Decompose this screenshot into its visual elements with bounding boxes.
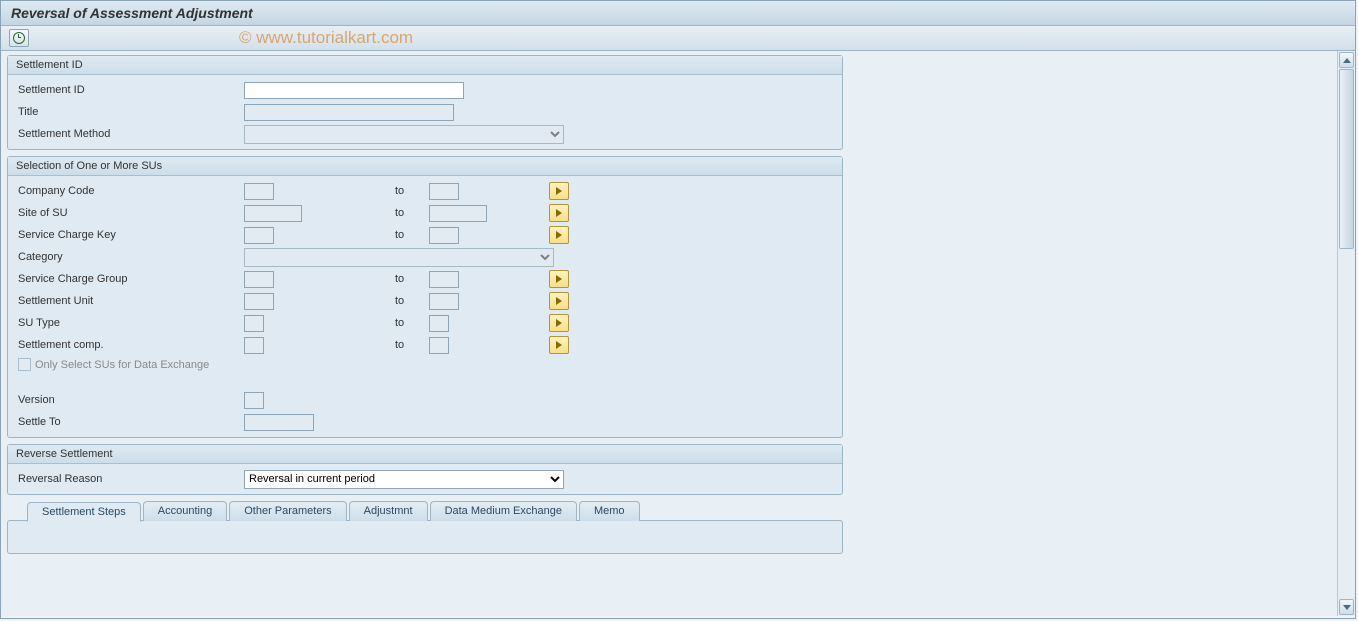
scgroup-to[interactable] (429, 271, 459, 288)
settlement-method-label: Settlement Method (14, 128, 244, 140)
version-label: Version (14, 394, 244, 406)
scomp-to[interactable] (429, 337, 449, 354)
sckey-from[interactable] (244, 227, 274, 244)
title-label: Title (14, 106, 244, 118)
to-label: to (389, 317, 429, 329)
reversal-reason-select[interactable]: Reversal in current period (244, 470, 564, 489)
multi-select-button[interactable] (549, 182, 569, 200)
arrow-right-icon (556, 341, 562, 349)
tab-content (7, 520, 843, 554)
to-label: to (389, 207, 429, 219)
group-reverse-settlement: Reverse Settlement Reversal Reason Rever… (7, 444, 843, 495)
settlement-method-select (244, 125, 564, 144)
to-label: to (389, 185, 429, 197)
triangle-down-icon (1343, 605, 1351, 610)
triangle-up-icon (1343, 58, 1351, 63)
scgroup-from[interactable] (244, 271, 274, 288)
company-code-to[interactable] (429, 183, 459, 200)
title-input (244, 104, 454, 121)
tab-data-medium-exchange[interactable]: Data Medium Exchange (430, 501, 577, 521)
arrow-right-icon (556, 209, 562, 217)
multi-select-button[interactable] (549, 314, 569, 332)
group-header: Reverse Settlement (8, 445, 842, 464)
arrow-right-icon (556, 297, 562, 305)
sckey-label: Service Charge Key (14, 229, 244, 241)
sunit-from[interactable] (244, 293, 274, 310)
tab-row: Settlement Steps Accounting Other Parame… (7, 501, 843, 521)
group-settlement-id: Settlement ID Settlement ID Title Settle… (7, 55, 843, 150)
category-label: Category (14, 251, 244, 263)
only-exchange-label: Only Select SUs for Data Exchange (35, 359, 209, 371)
sunit-to[interactable] (429, 293, 459, 310)
multi-select-button[interactable] (549, 336, 569, 354)
company-code-label: Company Code (14, 185, 244, 197)
watermark-text: © www.tutorialkart.com (239, 28, 413, 48)
to-label: to (389, 273, 429, 285)
arrow-right-icon (556, 275, 562, 283)
page-title: Reversal of Assessment Adjustment (1, 1, 1355, 26)
toolbar: © www.tutorialkart.com (1, 26, 1355, 51)
arrow-right-icon (556, 231, 562, 239)
version-input[interactable] (244, 392, 264, 409)
tab-adjustmnt[interactable]: Adjustmnt (349, 501, 428, 521)
sckey-to[interactable] (429, 227, 459, 244)
settle-to-label: Settle To (14, 416, 244, 428)
multi-select-button[interactable] (549, 292, 569, 310)
sutype-to[interactable] (429, 315, 449, 332)
execute-button[interactable] (9, 29, 29, 47)
group-header: Settlement ID (8, 56, 842, 75)
to-label: to (389, 339, 429, 351)
group-selection-sus: Selection of One or More SUs Company Cod… (7, 156, 843, 438)
settlement-id-label: Settlement ID (14, 84, 244, 96)
execute-icon (13, 32, 25, 44)
multi-select-button[interactable] (549, 204, 569, 222)
tab-other-parameters[interactable]: Other Parameters (229, 501, 346, 521)
scroll-thumb[interactable] (1339, 69, 1354, 249)
tabstrip: Settlement Steps Accounting Other Parame… (7, 501, 843, 554)
category-select[interactable] (244, 248, 554, 267)
vertical-scrollbar[interactable] (1337, 51, 1355, 616)
only-exchange-checkbox (18, 358, 31, 371)
main-content: Settlement ID Settlement ID Title Settle… (1, 51, 1337, 616)
to-label: to (389, 295, 429, 307)
company-code-from[interactable] (244, 183, 274, 200)
sunit-label: Settlement Unit (14, 295, 244, 307)
scomp-from[interactable] (244, 337, 264, 354)
group-header: Selection of One or More SUs (8, 157, 842, 176)
site-to[interactable] (429, 205, 487, 222)
multi-select-button[interactable] (549, 226, 569, 244)
multi-select-button[interactable] (549, 270, 569, 288)
site-label: Site of SU (14, 207, 244, 219)
reversal-reason-label: Reversal Reason (14, 473, 244, 485)
site-from[interactable] (244, 205, 302, 222)
settlement-id-input[interactable] (244, 82, 464, 99)
scroll-down-button[interactable] (1339, 599, 1354, 615)
settle-to-input[interactable] (244, 414, 314, 431)
to-label: to (389, 229, 429, 241)
arrow-right-icon (556, 187, 562, 195)
scroll-up-button[interactable] (1339, 52, 1354, 68)
window: Reversal of Assessment Adjustment © www.… (0, 0, 1356, 619)
arrow-right-icon (556, 319, 562, 327)
tab-accounting[interactable]: Accounting (143, 501, 227, 521)
scomp-label: Settlement comp. (14, 339, 244, 351)
tab-memo[interactable]: Memo (579, 501, 640, 521)
sutype-label: SU Type (14, 317, 244, 329)
work-area: Settlement ID Settlement ID Title Settle… (1, 51, 1355, 616)
sutype-from[interactable] (244, 315, 264, 332)
scroll-track[interactable] (1338, 69, 1355, 598)
tab-settlement-steps[interactable]: Settlement Steps (27, 502, 141, 522)
scgroup-label: Service Charge Group (14, 273, 244, 285)
